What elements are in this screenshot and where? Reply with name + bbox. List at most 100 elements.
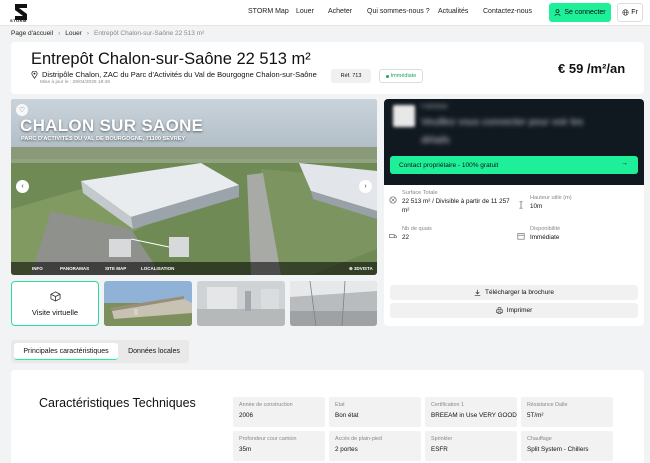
truck-icon <box>389 234 397 238</box>
breadcrumb-separator: › <box>86 30 90 37</box>
technical-features-card: Caractéristiques Techniques Année de con… <box>11 370 644 463</box>
language-selector[interactable]: Fr <box>617 3 643 22</box>
user-icon <box>554 9 561 16</box>
download-brochure-label: Télécharger la brochure <box>484 289 554 296</box>
tech-cell: Année de construction 2006 <box>233 397 325 427</box>
availability-label: Immédiate <box>390 73 417 79</box>
nav-link-contact[interactable]: Contactez-nous <box>483 8 532 15</box>
tech-cell-value: 35m <box>239 446 252 453</box>
print-label: Imprimer <box>506 307 533 314</box>
chevron-right-icon[interactable]: › <box>359 180 372 193</box>
breadcrumb: Page d'accueil › Louer › Entrepôt Chalon-sur… <box>11 30 204 37</box>
spec-height-value: 10m <box>530 203 543 210</box>
hero-image[interactable]: ♡ CHALON SUR SAONE PARC D'ACTIVITÉS DU V… <box>11 99 377 275</box>
spec-surface-value: 22 513 m² / Divisible à partir de 11 257… <box>402 198 510 214</box>
printer-icon <box>496 307 503 314</box>
breadcrumb-separator: › <box>58 30 61 37</box>
thumbnail-interior-2[interactable] <box>290 281 377 326</box>
tour-bar-localisation[interactable]: LOCALISATION <box>141 266 174 271</box>
spec-availability-value: Immédiate <box>530 234 560 241</box>
breadcrumb-home[interactable]: Page d'accueil <box>11 30 53 37</box>
price: € 59 /m²/an <box>558 61 626 76</box>
contact-owner-button[interactable]: Contact propriétaire - 100% gratuit → <box>390 156 638 174</box>
brand-name: STORM <box>10 18 27 23</box>
spec-docks: Nb de quais 22 <box>389 226 432 241</box>
listing-header: Entrepôt Chalon-sur-Saône 22 513 m² Dist… <box>11 42 644 94</box>
address-text: Distripôle Chalon, ZAC du Parc d'Activit… <box>42 70 317 79</box>
tour-bar-info[interactable]: INFO <box>32 266 43 271</box>
spec-height-label: Hauteur utile (m) <box>530 195 572 201</box>
tech-cell-label: Accès de plain-pied <box>335 436 383 442</box>
status-dot-icon <box>385 74 389 78</box>
tech-cell-value: BREEAM in Use VERY GOOD <box>431 412 517 419</box>
contact-owner-label: Contact propriétaire - 100% gratuit <box>399 161 499 169</box>
tech-cell: Résistance Dalle 5T/m² <box>521 397 613 427</box>
breadcrumb-louer[interactable]: Louer <box>65 30 82 37</box>
cube-3d-icon <box>50 291 61 302</box>
login-label: Se connecter <box>564 9 606 16</box>
tech-cell-label: Résistance Dalle <box>527 402 568 408</box>
tech-cell-value: 2 portes <box>335 446 358 453</box>
height-icon <box>519 201 523 209</box>
favorite-heart-icon[interactable]: ♡ <box>16 104 28 116</box>
photo-overlay-title: CHALON SUR SAONE <box>20 116 204 135</box>
reference-badge: Réf. 713 <box>331 69 371 83</box>
tech-cell-label: Chauffage <box>527 436 552 442</box>
nav-link-acheter[interactable]: Acheter <box>328 8 352 15</box>
tech-cell-value: Bon état <box>335 412 359 419</box>
thumbnail-interior-1[interactable] <box>197 281 285 326</box>
contact-panel: Franchise Veuillez vous connecter pour v… <box>384 99 644 326</box>
tour-bar-site-map[interactable]: SITE MAP <box>105 266 126 271</box>
tech-cell-label: Certification 1 <box>431 402 464 408</box>
calendar-icon <box>517 233 525 240</box>
details-tabs: Principales caractéristiques Données loc… <box>11 340 189 363</box>
arrow-right-icon: → <box>621 160 628 167</box>
virtual-tour-label: Visite virtuelle <box>31 308 79 317</box>
blurred-agency-logo <box>393 105 415 127</box>
tech-cell: Accès de plain-pied 2 portes <box>329 431 421 461</box>
globe-icon <box>622 9 629 16</box>
tech-cell-label: Année de construction <box>239 402 293 408</box>
spec-surface: Surface Totale 22 513 m² / Divisible à p… <box>389 190 517 215</box>
spec-docks-label: Nb de quais <box>402 226 432 232</box>
location-pin-icon <box>31 70 38 79</box>
tab-main-features[interactable]: Principales caractéristiques <box>14 343 118 360</box>
technical-title: Caractéristiques Techniques <box>39 396 196 410</box>
tech-cell-value: ESFR <box>431 446 448 453</box>
spec-docks-value: 22 <box>402 234 410 241</box>
tour-bar-panoramas[interactable]: PANORAMAS <box>60 266 89 271</box>
updated-date: Mise à jour le : 29/04/2025 18:48 <box>40 80 110 85</box>
nav-link-storm-map[interactable]: STORM Map <box>248 8 289 15</box>
tech-cell: Certification 1 BREEAM in Use VERY GOOD <box>425 397 517 427</box>
nav-link-qui-sommes-nous[interactable]: Qui sommes-nous ? <box>367 8 430 15</box>
chevron-left-icon[interactable]: ‹ <box>16 180 29 193</box>
thumbnail-exterior-photo <box>104 281 192 326</box>
download-brochure-button[interactable]: Télécharger la brochure <box>390 285 638 300</box>
tech-cell: Profondeur cour camion 35m <box>233 431 325 461</box>
blurred-agency-name: Franchise <box>421 104 448 110</box>
language-label: Fr <box>631 9 638 16</box>
availability-badge: Immédiate <box>379 69 423 83</box>
login-button[interactable]: Se connecter <box>549 3 611 22</box>
tab-local-data[interactable]: Données locales <box>121 343 187 360</box>
nav-link-actualites[interactable]: Actualités <box>438 8 468 15</box>
thumbnail-exterior[interactable] <box>104 281 192 326</box>
spec-surface-label: Surface Totale <box>402 190 438 196</box>
breadcrumb-current: Entrepôt Chalon-sur-Saône 22 513 m² <box>94 30 205 37</box>
blurred-login-message: Veuillez vous connecter pour voir les <box>421 117 584 128</box>
tech-cell-label: Etat <box>335 402 345 408</box>
print-button[interactable]: Imprimer <box>390 303 638 318</box>
nav-link-louer[interactable]: Louer <box>296 8 314 15</box>
listing-address: Distripôle Chalon, ZAC du Parc d'Activit… <box>31 70 317 79</box>
tech-cell-value: 2006 <box>239 412 254 419</box>
tour-bar-3dvista: ⊕ 3DVISTA <box>349 265 373 271</box>
tech-cell: Chauffage Split System - Chillers <box>521 431 613 461</box>
tech-cell-value: 5T/m² <box>527 412 544 419</box>
blurred-login-message-2: détails <box>421 135 450 146</box>
tech-cell-label: Profondeur cour camion <box>239 436 297 442</box>
page-title: Entrepôt Chalon-sur-Saône 22 513 m² <box>31 50 311 68</box>
virtual-tour-button[interactable]: Visite virtuelle <box>11 281 99 326</box>
spec-availability: Disponibilité Immédiate <box>517 226 560 241</box>
photo-overlay-subtitle: PARC D'ACTIVITÉS DU VAL DE BOURGOGNE, 71… <box>21 136 186 142</box>
thumbnail-interior-photo <box>197 281 285 326</box>
